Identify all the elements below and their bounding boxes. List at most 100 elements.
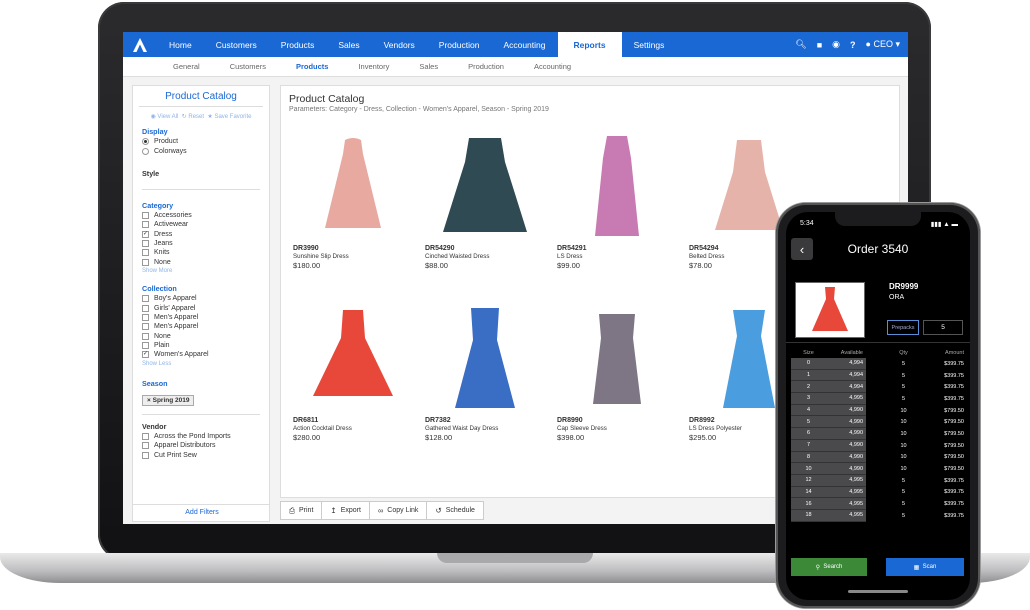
- product-image[interactable]: [425, 304, 545, 414]
- table-row[interactable]: 6 4,990: [791, 428, 866, 440]
- nav-item-customers[interactable]: Customers: [204, 32, 269, 57]
- checkbox[interactable]: [142, 442, 149, 450]
- qty-cell[interactable]: 10: [886, 408, 921, 414]
- radio-button[interactable]: [142, 147, 149, 155]
- help-icon[interactable]: ?: [850, 40, 856, 50]
- nav-item-home[interactable]: Home: [157, 32, 204, 57]
- style-field[interactable]: [142, 188, 260, 190]
- checkbox-option[interactable]: Boy's Apparel: [133, 294, 269, 303]
- subnav-item-general[interactable]: General: [163, 62, 220, 71]
- checkbox-option[interactable]: Men's Apparel: [133, 313, 269, 322]
- checkbox-option[interactable]: ✓ Dress: [133, 230, 269, 239]
- nav-item-reports[interactable]: Reports: [557, 32, 622, 57]
- app-logo-icon[interactable]: [123, 32, 157, 57]
- qty-cell[interactable]: 5: [886, 373, 921, 379]
- table-row[interactable]: 10 $799.50: [886, 416, 964, 428]
- table-row[interactable]: 1 4,994: [791, 369, 866, 382]
- subnav-item-sales[interactable]: Sales: [409, 62, 458, 71]
- show-less-link[interactable]: Show Less: [133, 360, 269, 370]
- table-row[interactable]: 5 $399.75: [886, 475, 964, 487]
- product-card[interactable]: DR6811 Action Cocktail Dress $280.00: [293, 304, 413, 442]
- checkbox-option[interactable]: Apparel Distributors: [133, 441, 269, 450]
- product-card[interactable]: DR54291 LS Dress $99.00: [557, 132, 677, 270]
- globe-icon[interactable]: ◉: [832, 39, 840, 50]
- gift-icon[interactable]: ■: [817, 40, 822, 50]
- table-row[interactable]: 10 $799.50: [886, 405, 964, 417]
- table-row[interactable]: 5 $399.75: [886, 487, 964, 499]
- qty-cell[interactable]: 10: [886, 419, 921, 425]
- table-row[interactable]: 3 4,995: [791, 393, 866, 405]
- checkbox[interactable]: [142, 432, 149, 440]
- view-all-link[interactable]: ◉ View All: [151, 114, 179, 120]
- qty-cell[interactable]: 5: [886, 513, 921, 519]
- add-filters-button[interactable]: Add Filters: [133, 504, 269, 521]
- qty-cell[interactable]: 10: [886, 454, 921, 460]
- product-card[interactable]: DR7382 Gathered Waist Day Dress $128.00: [425, 304, 545, 442]
- checkbox[interactable]: [142, 240, 149, 248]
- save-favorite-link[interactable]: ★ Save Favorite: [207, 114, 251, 120]
- checkbox-option[interactable]: Plain: [133, 341, 269, 350]
- table-row[interactable]: 0 4,994: [791, 358, 866, 370]
- checkbox[interactable]: [142, 313, 149, 321]
- scan-button[interactable]: ▦ Scan: [886, 558, 964, 576]
- copy-link-button[interactable]: ∞ Copy Link: [370, 502, 428, 519]
- checkbox[interactable]: [142, 258, 149, 266]
- table-row[interactable]: 10 $799.50: [886, 463, 964, 475]
- radio-option[interactable]: Product: [133, 137, 269, 146]
- subnav-item-accounting[interactable]: Accounting: [524, 62, 591, 71]
- table-row[interactable]: 5 $399.75: [886, 381, 964, 393]
- table-row[interactable]: 16 4,995: [791, 498, 866, 510]
- product-image[interactable]: [293, 304, 413, 414]
- checkbox-option[interactable]: Activewear: [133, 220, 269, 229]
- checkbox-option[interactable]: ✓ Women's Apparel: [133, 350, 269, 359]
- qty-cell[interactable]: 10: [886, 431, 921, 437]
- checkbox-option[interactable]: Girls' Apparel: [133, 303, 269, 312]
- user-menu[interactable]: ● CEO ▾: [866, 39, 901, 50]
- table-row[interactable]: 12 4,995: [791, 474, 866, 487]
- checkbox[interactable]: [142, 342, 149, 350]
- show-more-link[interactable]: Show More: [133, 267, 269, 277]
- checkbox-option[interactable]: None: [133, 258, 269, 267]
- checkbox-option[interactable]: Knits: [133, 248, 269, 257]
- table-row[interactable]: 7 4,990: [791, 439, 866, 452]
- table-row[interactable]: 5 $399.75: [886, 358, 964, 370]
- subnav-item-inventory[interactable]: Inventory: [348, 62, 409, 71]
- table-row[interactable]: 10 4,990: [791, 463, 866, 475]
- prepacks-input[interactable]: 5: [923, 320, 963, 335]
- subnav-item-products[interactable]: Products: [286, 62, 349, 71]
- checkbox-option[interactable]: Men's Apparel: [133, 322, 269, 331]
- table-row[interactable]: 18 4,995: [791, 509, 866, 522]
- search-button[interactable]: ⚲ Search: [791, 558, 867, 576]
- table-row[interactable]: 2 4,994: [791, 381, 866, 394]
- table-row[interactable]: 14 4,995: [791, 486, 866, 499]
- checkbox[interactable]: [142, 211, 149, 219]
- checkbox-option[interactable]: Cut Print Sew: [133, 450, 269, 459]
- qty-cell[interactable]: 5: [886, 361, 921, 367]
- checkbox-option[interactable]: None: [133, 332, 269, 341]
- table-row[interactable]: 5 $399.75: [886, 370, 964, 382]
- table-row[interactable]: 10 $799.50: [886, 428, 964, 440]
- checkbox[interactable]: [142, 295, 149, 303]
- table-row[interactable]: 5 4,990: [791, 416, 866, 429]
- table-row[interactable]: 4 4,990: [791, 404, 866, 417]
- checkbox[interactable]: [142, 332, 149, 340]
- nav-item-production[interactable]: Production: [427, 32, 492, 57]
- qty-cell[interactable]: 5: [886, 501, 921, 507]
- nav-item-vendors[interactable]: Vendors: [372, 32, 427, 57]
- product-image[interactable]: [425, 132, 545, 242]
- checkbox[interactable]: [142, 323, 149, 331]
- nav-item-sales[interactable]: Sales: [326, 32, 371, 57]
- qty-cell[interactable]: 10: [886, 443, 921, 449]
- product-image[interactable]: [557, 132, 677, 242]
- reset-link[interactable]: ↻ Reset: [182, 114, 204, 120]
- table-row[interactable]: 8 4,990: [791, 451, 866, 464]
- product-image[interactable]: [557, 304, 677, 414]
- checkbox-option[interactable]: Across the Pond Imports: [133, 432, 269, 441]
- nav-item-products[interactable]: Products: [269, 32, 327, 57]
- table-row[interactable]: 10 $799.50: [886, 440, 964, 452]
- season-tag[interactable]: × Spring 2019: [142, 394, 195, 406]
- qty-cell[interactable]: 5: [886, 478, 921, 484]
- product-image[interactable]: [293, 132, 413, 242]
- table-row[interactable]: 5 $399.75: [886, 393, 964, 405]
- checkbox-option[interactable]: Jeans: [133, 239, 269, 248]
